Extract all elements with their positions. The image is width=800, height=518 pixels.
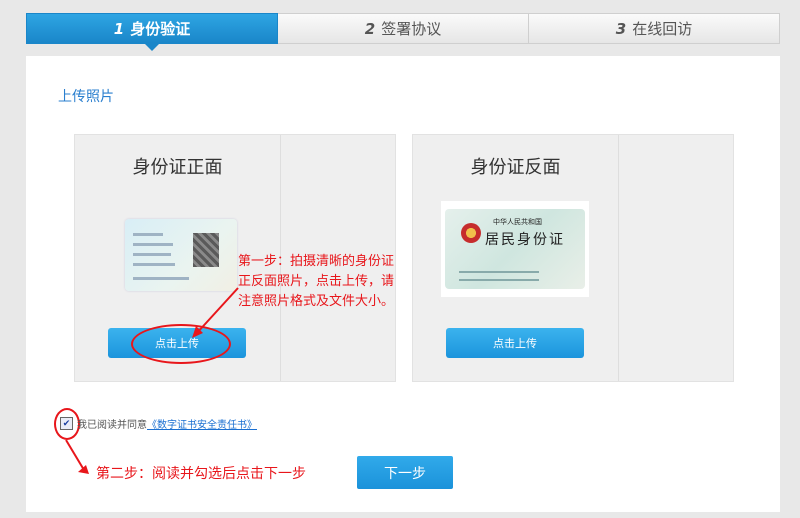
next-step-button[interactable]: 下一步 (357, 456, 453, 489)
arrow-head (78, 465, 89, 474)
arrow-line (65, 439, 85, 471)
agreement-row: ✔ 我已阅读并同意 《数字证书安全责任书》 (60, 416, 257, 431)
agree-checkbox[interactable]: ✔ (60, 417, 73, 430)
agreement-prefix: 我已阅读并同意 (77, 420, 147, 431)
annotation-arrows (65, 287, 239, 474)
agreement-link[interactable]: 《数字证书安全责任书》 (147, 416, 257, 431)
arrow-line (195, 287, 239, 335)
annotation-step2: 第二步：阅读并勾选后点击下一步 (96, 466, 306, 482)
